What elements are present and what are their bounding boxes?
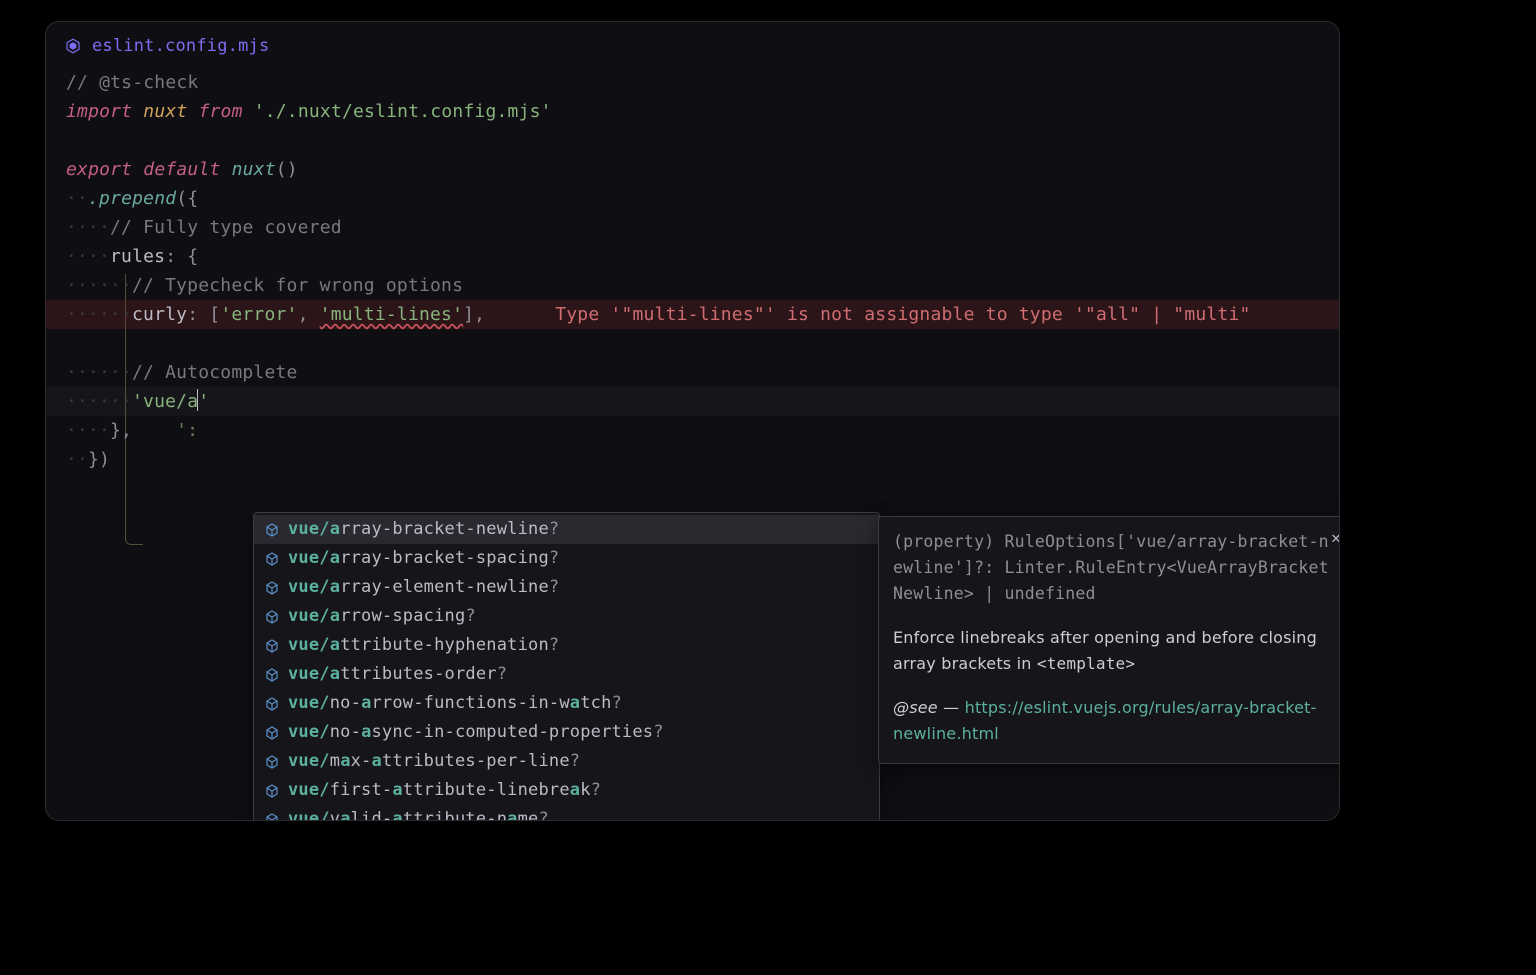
autocomplete-item[interactable]: vue/attribute-hyphenation? (254, 631, 879, 660)
see-also: @see — https://eslint.vuejs.org/rules/ar… (893, 695, 1337, 747)
autocomplete-item[interactable]: vue/arrow-spacing? (254, 602, 879, 631)
property-icon (264, 638, 280, 654)
autocomplete-label: vue/array-bracket-spacing? (288, 544, 559, 573)
description-text: Enforce linebreaks after opening and bef… (893, 625, 1337, 677)
active-line[interactable]: ······'vue/a' (46, 387, 1339, 416)
property-icon (264, 725, 280, 741)
editor-frame: eslint.config.mjs // @ts-check import nu… (45, 21, 1340, 821)
code-line[interactable]: export default nuxt() (46, 155, 1339, 184)
code-line[interactable]: // @ts-check (46, 68, 1339, 97)
autocomplete-label: vue/attribute-hyphenation? (288, 631, 559, 660)
autocomplete-label: vue/no-async-in-computed-properties? (288, 718, 664, 747)
tab-bar: eslint.config.mjs (46, 22, 1339, 62)
property-icon (264, 812, 280, 822)
close-icon[interactable]: ✕ (1331, 525, 1340, 551)
autocomplete-item[interactable]: vue/attributes-order? (254, 660, 879, 689)
autocomplete-item[interactable]: vue/array-bracket-spacing? (254, 544, 879, 573)
autocomplete-label: vue/attributes-order? (288, 660, 507, 689)
documentation-popup: ✕ (property) RuleOptions['vue/array-brac… (878, 516, 1340, 764)
code-line[interactable]: ······// Typecheck for wrong options (46, 271, 1339, 300)
autocomplete-label: vue/array-element-newline? (288, 573, 559, 602)
code-line[interactable]: ··.prepend({ (46, 184, 1339, 213)
signature-text: (property) RuleOptions['vue/array-bracke… (893, 529, 1337, 607)
autocomplete-item[interactable]: vue/first-attribute-linebreak? (254, 776, 879, 805)
code-line[interactable]: ····},': (46, 416, 1339, 445)
property-icon (264, 783, 280, 799)
autocomplete-label: vue/valid-attribute-name? (288, 805, 549, 821)
property-icon (264, 580, 280, 596)
tab-filename[interactable]: eslint.config.mjs (92, 36, 269, 56)
autocomplete-item[interactable]: vue/valid-attribute-name? (254, 805, 879, 821)
autocomplete-item[interactable]: vue/array-bracket-newline? (254, 515, 879, 544)
property-icon (264, 551, 280, 567)
autocomplete-label: vue/arrow-spacing? (288, 602, 476, 631)
property-icon (264, 754, 280, 770)
indent-guide-hook (125, 531, 143, 545)
comment-text: // @ts-check (66, 72, 198, 93)
autocomplete-item[interactable]: vue/array-element-newline? (254, 573, 879, 602)
code-line[interactable]: ······// Autocomplete (46, 358, 1339, 387)
autocomplete-label: vue/array-bracket-newline? (288, 515, 559, 544)
autocomplete-label: vue/no-arrow-functions-in-watch? (288, 689, 622, 718)
type-error-token: 'multi-lines' (320, 304, 463, 325)
autocomplete-label: vue/first-attribute-linebreak? (288, 776, 601, 805)
code-line[interactable] (46, 329, 1339, 358)
code-line[interactable]: ····rules: { (46, 242, 1339, 271)
code-line[interactable]: import nuxt from './.nuxt/eslint.config.… (46, 97, 1339, 126)
autocomplete-item[interactable]: vue/no-async-in-computed-properties? (254, 718, 879, 747)
property-icon (264, 522, 280, 538)
inline-error-message: Type '"multi-lines"' is not assignable t… (555, 304, 1250, 325)
autocomplete-label: vue/max-attributes-per-line? (288, 747, 580, 776)
error-line[interactable]: ······curly: ['error', 'multi-lines'],Ty… (46, 300, 1339, 329)
autocomplete-item[interactable]: vue/no-arrow-functions-in-watch? (254, 689, 879, 718)
code-area[interactable]: // @ts-check import nuxt from './.nuxt/e… (46, 62, 1339, 474)
code-line[interactable]: ··}) (46, 445, 1339, 474)
autocomplete-popup[interactable]: vue/array-bracket-newline?vue/array-brac… (253, 512, 880, 821)
eslint-file-icon (64, 37, 82, 55)
ghost-text: ': (176, 420, 198, 441)
property-icon (264, 696, 280, 712)
code-line[interactable] (46, 126, 1339, 155)
property-icon (264, 609, 280, 625)
autocomplete-item[interactable]: vue/max-attributes-per-line? (254, 747, 879, 776)
property-icon (264, 667, 280, 683)
code-line[interactable]: ····// Fully type covered (46, 213, 1339, 242)
